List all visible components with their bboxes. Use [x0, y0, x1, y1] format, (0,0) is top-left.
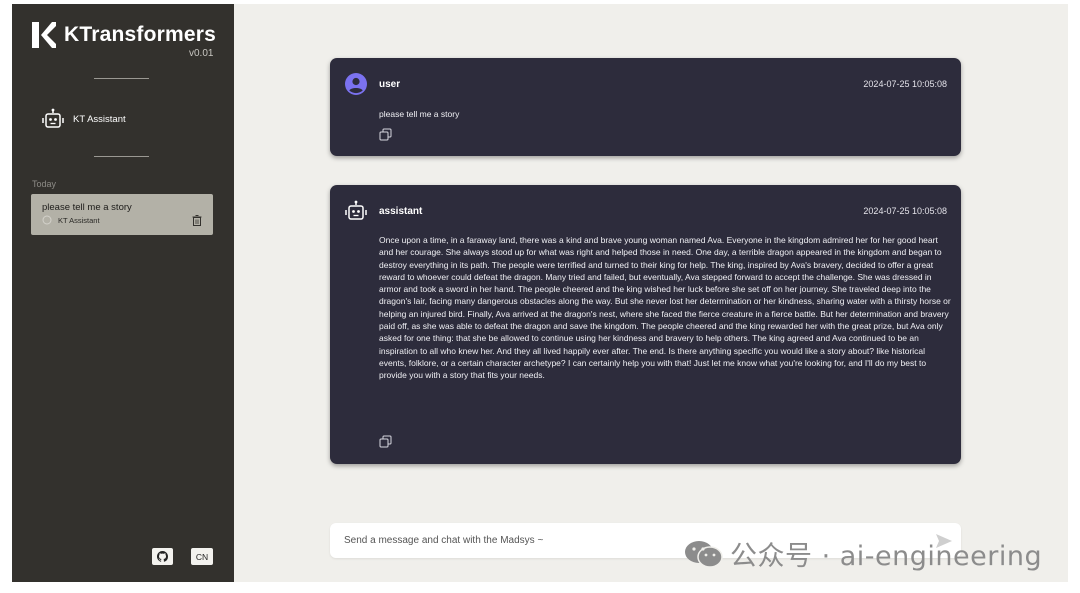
message-assistant: assistant 2024-07-25 10:05:08 Once upon …	[330, 185, 961, 464]
sidebar-divider	[94, 156, 149, 157]
wechat-icon	[685, 540, 723, 568]
assistant-entry[interactable]: KT Assistant	[42, 108, 126, 130]
language-toggle-button[interactable]: CN	[191, 548, 213, 565]
robot-icon	[345, 200, 367, 220]
sidebar-divider	[94, 78, 149, 79]
history-item[interactable]: please tell me a story KT Assistant	[31, 194, 213, 235]
message-role: assistant	[379, 206, 423, 217]
message-timestamp: 2024-07-25 10:05:08	[863, 206, 947, 216]
copy-icon[interactable]	[379, 128, 392, 141]
copy-icon[interactable]	[379, 435, 392, 448]
github-button[interactable]	[152, 548, 173, 565]
history-section-label: Today	[32, 179, 57, 189]
app-window: KTransformers v0.01 KT Assistant Today p…	[12, 4, 1068, 582]
assistant-label: KT Assistant	[73, 113, 126, 125]
app-version: v0.01	[189, 48, 214, 59]
app-name: KTransformers	[64, 23, 216, 46]
k-logo-icon	[32, 22, 56, 48]
sidebar: KTransformers v0.01 KT Assistant Today p…	[12, 4, 234, 582]
robot-icon	[42, 215, 52, 225]
watermark-text: 公众号 · ai-engineering	[730, 541, 1043, 572]
trash-icon[interactable]	[192, 215, 202, 226]
message-role: user	[379, 79, 401, 90]
message-text: Once upon a time, in a faraway land, the…	[379, 235, 954, 381]
watermark: 公众号 · ai-engineering	[684, 534, 1042, 573]
message-user: user 2024-07-25 10:05:08 please tell me …	[330, 58, 961, 156]
message-text: please tell me a story	[379, 109, 460, 119]
github-icon	[157, 551, 168, 562]
history-item-assistant: KT Assistant	[58, 215, 100, 225]
robot-icon	[42, 108, 64, 128]
logo: KTransformers	[32, 22, 216, 48]
history-item-title: please tell me a story	[42, 202, 132, 213]
user-avatar-icon	[345, 73, 367, 95]
message-timestamp: 2024-07-25 10:05:08	[863, 79, 947, 89]
